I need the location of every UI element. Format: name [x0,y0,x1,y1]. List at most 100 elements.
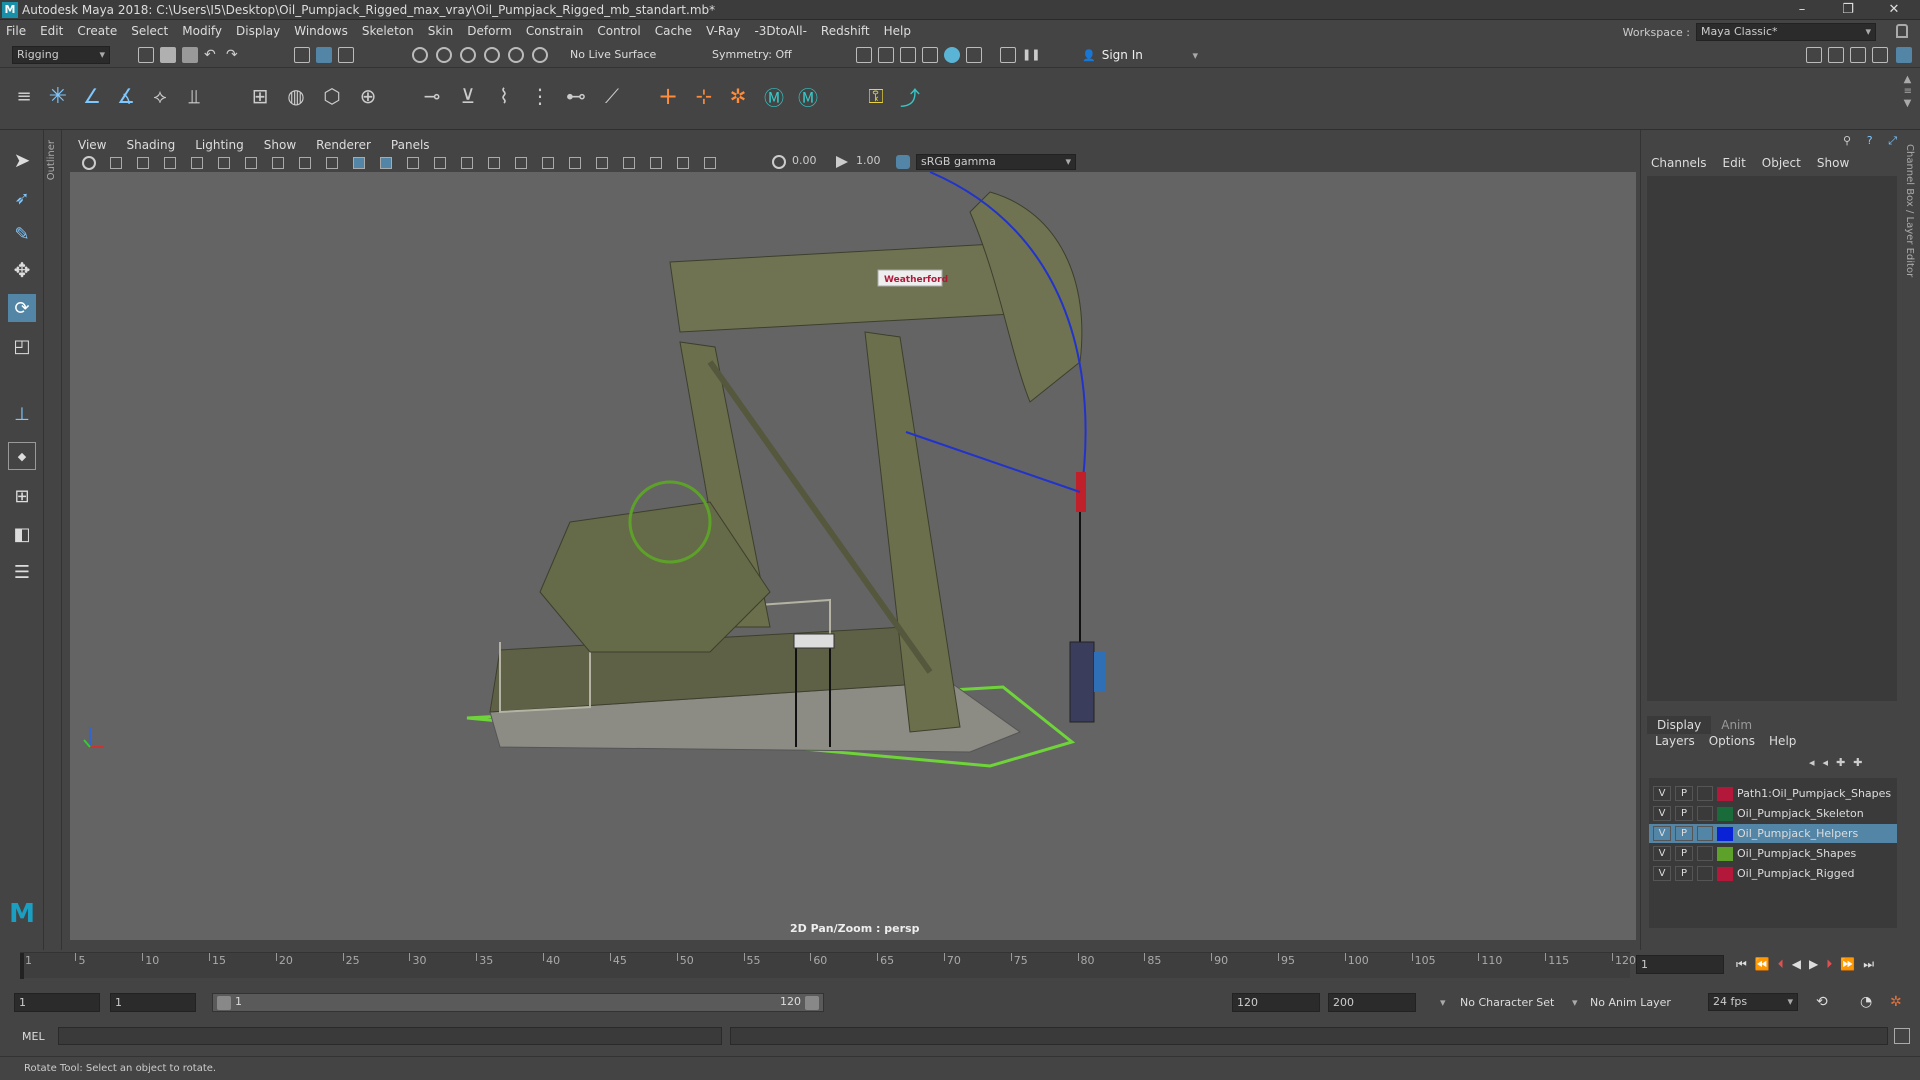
layer-row[interactable]: V P Oil_Pumpjack_Shapes [1649,844,1897,863]
character-set-label[interactable]: No Character Set [1460,996,1554,1009]
wrap-icon[interactable]: ⬡ [318,82,346,110]
outliner-layout-icon[interactable]: ☰ [8,558,36,586]
channelbox-menu-object[interactable]: Object [1762,156,1801,170]
workspace-dropdown[interactable]: Maya Classic* [1696,23,1876,41]
unbind-skin-icon[interactable]: ⊻ [454,82,482,110]
float-icon[interactable]: ⤢ [1888,134,1897,148]
orient-constraint-icon[interactable]: ⊹ [690,82,718,110]
ik-spline-icon[interactable]: ∡ [112,82,140,110]
channelbox-menu-edit[interactable]: Edit [1723,156,1746,170]
step-back-frame-icon[interactable]: ⏴ [1778,957,1784,972]
layer-display-type-toggle[interactable] [1697,806,1713,821]
playback-end-field[interactable]: 120 [1232,993,1320,1012]
live-surface-label[interactable]: No Live Surface [570,48,656,61]
range-handle-left[interactable] [217,996,231,1010]
menu-v-ray[interactable]: V-Ray [706,24,740,38]
animation-start-field[interactable]: 1 [14,993,100,1012]
move-tool-icon[interactable]: ✥ [8,256,36,284]
depth-of-field-icon[interactable] [650,157,662,169]
menu-file[interactable]: File [6,24,26,38]
resolution-gate-icon[interactable] [218,157,230,169]
current-frame-field[interactable]: 1 [1636,955,1724,974]
tab-anim[interactable]: Anim [1711,716,1762,734]
shelf-scroll-icon[interactable]: ▲ ≡ ▼ [1904,74,1912,110]
layer-display-type-toggle[interactable] [1697,786,1713,801]
loop-icon[interactable]: ⟲ [1816,994,1828,1010]
outliner-strip[interactable]: Outliner [44,130,62,950]
layer-playback-toggle[interactable]: P [1675,786,1693,801]
rotate-tool-icon[interactable]: ⟳ [8,294,36,322]
insert-joint-icon[interactable]: ⟡ [146,82,174,110]
snap-curve-icon[interactable] [436,47,452,63]
exposure-field[interactable]: 0.00 [788,154,834,170]
move-layer-up-icon[interactable]: ◂ [1809,756,1815,769]
minimize-button[interactable]: – [1780,0,1824,20]
set-driven-key-icon[interactable]: ⚿ [862,82,890,110]
layer-playback-toggle[interactable]: P [1675,846,1693,861]
menu-deform[interactable]: Deform [467,24,512,38]
panel-menu-lighting[interactable]: Lighting [195,138,244,152]
lattice-icon[interactable]: ⊞ [246,82,274,110]
smooth-shade-icon[interactable] [353,157,365,169]
help-icon[interactable]: ? [1867,134,1873,148]
pause-icon[interactable]: ❚❚ [1022,47,1040,63]
panel-menu-show[interactable]: Show [264,138,296,152]
color-management-icon[interactable] [896,155,910,169]
snap-view-icon[interactable] [484,47,500,63]
ik-handle-icon[interactable]: ∠ [78,82,106,110]
viewport-persp[interactable]: Weatherford 2D Pan/Zoom : persp [70,172,1636,940]
menu-help[interactable]: Help [884,24,911,38]
channelbox-area[interactable] [1647,176,1897,701]
bind-skin-icon[interactable]: ⊸ [418,82,446,110]
layer-color-swatch[interactable] [1717,826,1733,841]
layer-color-swatch[interactable] [1717,846,1733,861]
restore-button[interactable]: ❐ [1826,0,1870,20]
snap-vertex-icon[interactable] [532,47,548,63]
menu-redshift[interactable]: Redshift [821,24,870,38]
layer-visibility-toggle[interactable]: V [1653,826,1671,841]
paint-weights-icon[interactable]: ⌇ [490,82,518,110]
preferences-icon[interactable]: ✲ [1890,994,1902,1010]
playback-start-field[interactable]: 1 [110,993,196,1012]
film-gate-icon[interactable] [191,157,203,169]
step-forward-frame-icon[interactable]: ⏵ [1826,957,1832,972]
lock-icon[interactable] [1896,24,1908,38]
animation-end-field[interactable]: 200 [1328,993,1416,1012]
persp-outliner-icon[interactable]: ◧ [8,520,36,548]
anim-layer-chevron-icon[interactable]: ▾ [1572,996,1578,1009]
layer-menu-layers[interactable]: Layers [1655,734,1695,748]
render-settings-icon[interactable] [922,47,938,63]
cluster-icon[interactable]: ◍ [282,82,310,110]
select-tool-icon[interactable]: ➤ [8,146,36,174]
panel-menu-renderer[interactable]: Renderer [316,138,371,152]
mirror-weights-icon[interactable]: ⋮ [526,82,554,110]
layer-color-swatch[interactable] [1717,866,1733,881]
step-forward-key-icon[interactable]: ⏩ [1840,957,1855,972]
symmetry-label[interactable]: Symmetry: Off [712,48,792,61]
dock-vertical-tab[interactable]: Channel Box / Layer Editor [1900,130,1920,950]
sign-in-button[interactable]: 👤 Sign In ▾ [1082,46,1198,64]
hud-icon[interactable] [704,157,716,169]
layer-color-swatch[interactable] [1717,806,1733,821]
move-layer-down-icon[interactable]: ◂ [1823,756,1829,769]
layer-row[interactable]: V P Oil_Pumpjack_Helpers [1649,824,1897,843]
point-constraint-icon[interactable]: + [654,82,682,110]
bookmark-icon[interactable] [110,157,122,169]
gamma-icon[interactable] [836,156,848,168]
panel-menu-view[interactable]: View [78,138,106,152]
channelbox-menu-show[interactable]: Show [1817,156,1849,170]
layer-row[interactable]: V P Path1:Oil_Pumpjack_Shapes [1649,784,1897,803]
undo-icon[interactable]: ↶ [204,47,220,63]
field-chart-icon[interactable] [272,157,284,169]
command-input[interactable] [58,1027,722,1045]
xray-components-icon[interactable] [623,157,635,169]
colorspace-dropdown[interactable]: sRGB gamma [916,154,1076,170]
character-controls-icon[interactable] [1828,47,1844,63]
ambient-occlusion-icon[interactable] [461,157,473,169]
new-layer-selected-icon[interactable]: ✚ [1853,756,1862,769]
lights-icon[interactable] [407,157,419,169]
select-object-icon[interactable] [316,47,332,63]
new-scene-icon[interactable] [138,47,154,63]
snap-surface-icon[interactable] [508,47,524,63]
aim-constraint-icon[interactable]: Ⓜ [760,82,788,110]
